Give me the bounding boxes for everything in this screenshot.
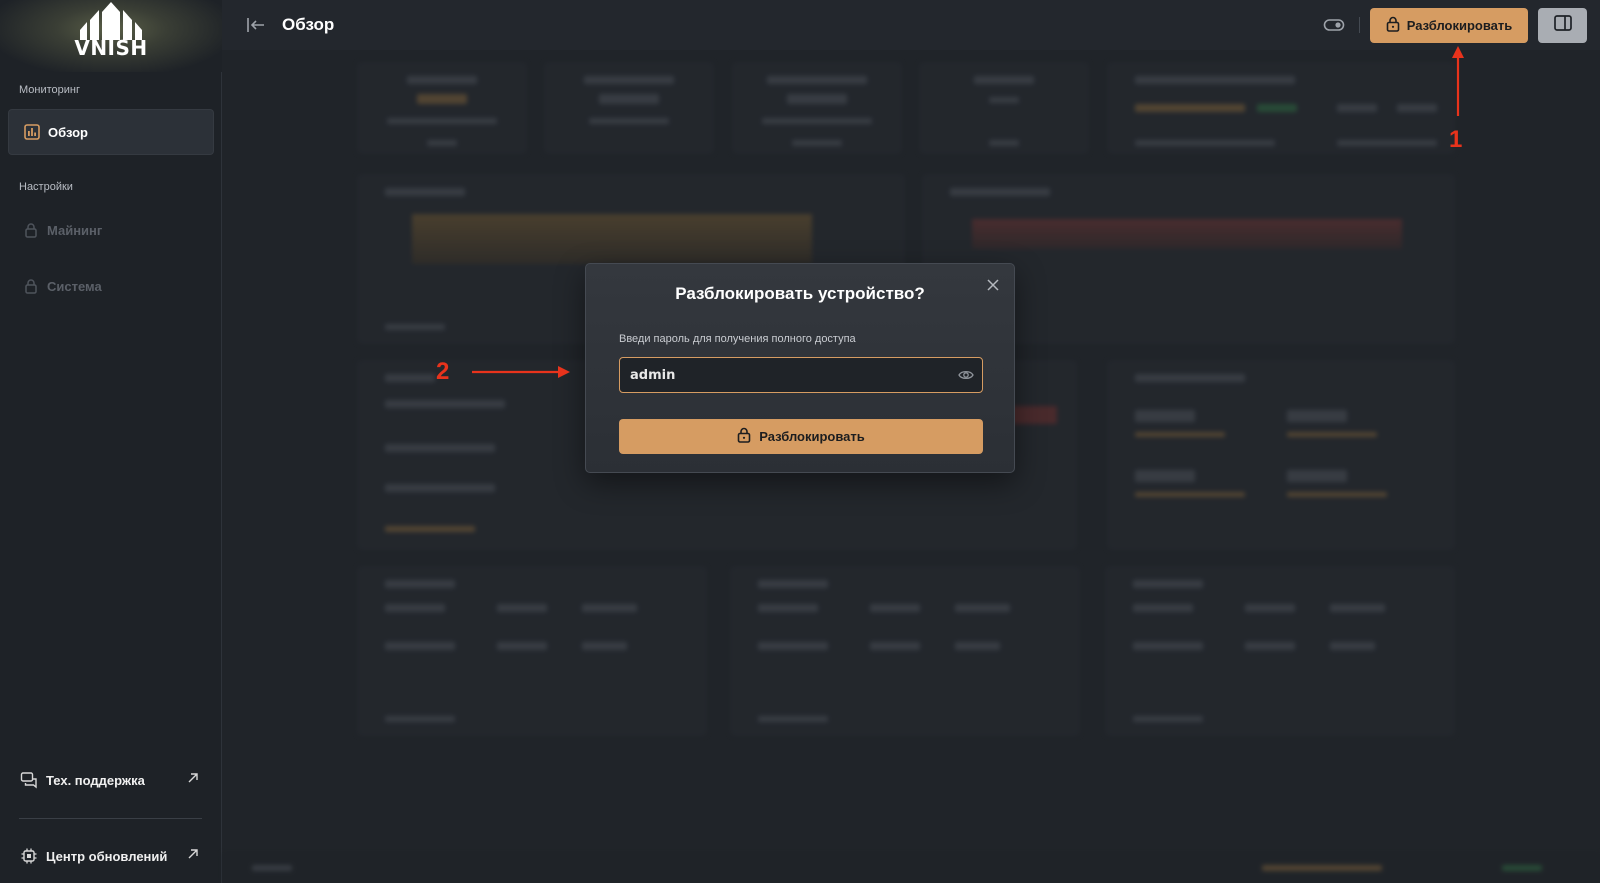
arrow-up-right-icon [186,771,200,788]
collapse-arrow-icon[interactable] [246,16,266,34]
stat-card [732,62,902,154]
logo-mark-icon [80,2,142,40]
toggle-icon[interactable] [1323,16,1345,34]
logo-text: VNISH [74,36,148,60]
lock-icon [23,222,39,238]
panel-toggle-button[interactable] [1538,8,1587,43]
sidebar-item-mining[interactable]: Майнинг [8,207,214,253]
unlock-dialog-label: Разблокировать [759,429,865,444]
bar-chart-icon [24,124,40,140]
stat-card [919,62,1089,154]
lock-icon [1386,16,1400,35]
lock-icon [23,278,39,294]
unlock-dialog: Разблокировать устройство? Введи пароль … [585,263,1015,473]
sidebar-item-label: Система [47,278,102,294]
updates-link[interactable]: Центр обновлений [20,844,200,868]
sidebar-item-label: Обзор [48,124,88,140]
lock-icon [737,427,751,446]
sidebar-item-system[interactable]: Система [8,263,214,309]
board-card [1105,566,1455,736]
sidebar: VNISH Мониторинг Обзор Настройки Майнинг… [0,0,222,883]
board-card [357,566,707,736]
annotation-number-2: 2 [436,358,450,385]
stat-card [357,62,527,154]
updates-label: Центр обновлений [46,848,168,864]
board-card [730,566,1080,736]
dialog-title: Разблокировать устройство? [675,284,925,303]
unlock-dialog-button[interactable]: Разблокировать [619,419,983,454]
annotation-arrow-1 [1452,46,1464,116]
chip-icon [20,847,38,865]
stat-card [544,62,714,154]
support-label: Тех. поддержка [46,772,145,788]
eye-icon[interactable] [958,368,974,382]
password-input[interactable] [619,357,983,393]
annotation-arrow-2 [472,366,570,378]
logo: VNISH [0,0,222,72]
sidebar-item-overview[interactable]: Обзор [8,109,214,155]
panel-icon [1553,15,1572,36]
sidebar-item-label: Майнинг [47,222,103,238]
unlock-header-button[interactable]: Разблокировать [1370,8,1528,43]
password-label: Введи пароль для получения полного досту… [619,333,856,345]
page-title: Обзор [282,15,335,34]
chat-icon [20,771,38,789]
top-header: Обзор Разблокировать [222,0,1600,50]
notifications-card [1107,360,1455,550]
stat-card [1107,62,1455,154]
section-title-settings: Настройки [19,181,73,193]
unlock-header-label: Разблокировать [1406,18,1513,33]
arrow-up-right-icon [186,847,200,864]
section-title-monitoring: Мониторинг [19,84,81,96]
close-icon[interactable] [986,278,1000,292]
status-bar [222,853,1600,883]
sidebar-divider [19,818,202,819]
annotation-number-1: 1 [1449,126,1463,153]
support-link[interactable]: Тех. поддержка [20,768,200,792]
header-separator [1359,17,1360,33]
